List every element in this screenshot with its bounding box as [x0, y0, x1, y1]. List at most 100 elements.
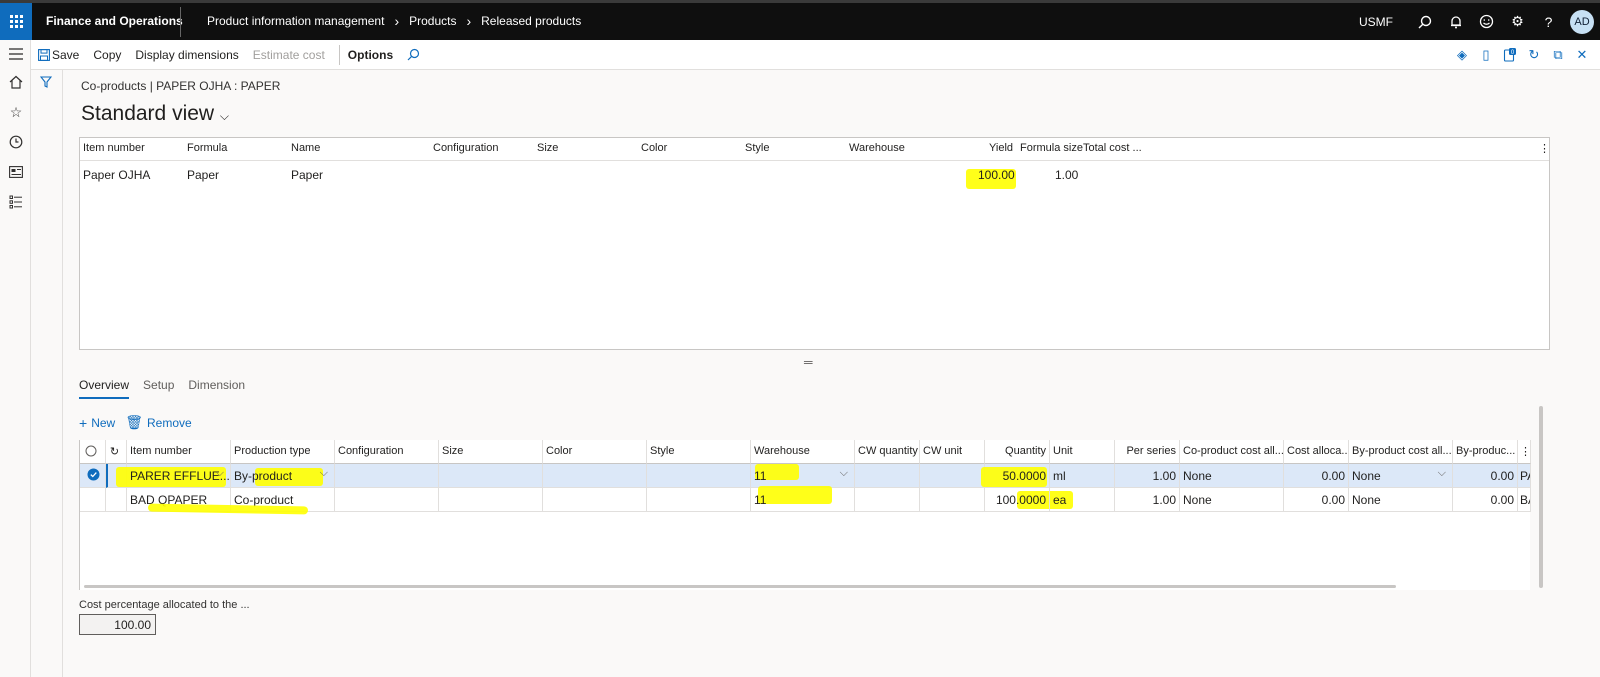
search-icon[interactable] [1409, 3, 1440, 40]
modules-list-icon[interactable] [6, 192, 26, 212]
cell-configuration[interactable] [335, 488, 439, 512]
cell-unit[interactable]: ea [1050, 488, 1115, 512]
open-new-window-icon[interactable]: ⧉ [1546, 45, 1570, 65]
column-header-color[interactable]: Color [641, 142, 667, 154]
row-checkbox[interactable] [80, 488, 106, 512]
column-header-yield[interactable]: Yield [989, 142, 1013, 154]
cell-cw-unit[interactable] [920, 464, 985, 488]
horizontal-scrollbar[interactable] [84, 585, 1396, 588]
column-header-cw-quantity[interactable]: CW quantity [855, 440, 920, 464]
column-header-quantity[interactable]: Quantity [985, 440, 1050, 464]
column-header-name[interactable]: Name [291, 142, 320, 154]
gear-icon[interactable]: ⚙ [1502, 3, 1533, 40]
cell-quantity[interactable]: 100.0000 [985, 488, 1050, 512]
copy-button[interactable]: Copy [93, 48, 121, 62]
estimate-cost-button[interactable]: Estimate cost [253, 48, 325, 62]
clock-icon[interactable] [6, 132, 26, 152]
attachments-icon[interactable]: 0 [1498, 45, 1522, 65]
cell-color[interactable] [543, 464, 647, 488]
breadcrumb-item-pim[interactable]: Product information management [207, 14, 384, 28]
cell-overflow[interactable]: PA [1518, 464, 1531, 488]
cell-byproduct[interactable]: 0.00 [1453, 488, 1518, 512]
cell-per-series[interactable]: 1.00 [1115, 464, 1180, 488]
column-header-color[interactable]: Color [543, 440, 647, 464]
cell-cw-quantity[interactable] [855, 464, 920, 488]
new-button[interactable]: + New [79, 414, 115, 431]
action-search-icon[interactable] [407, 48, 420, 61]
cell-style[interactable] [647, 464, 751, 488]
home-icon[interactable] [6, 72, 26, 92]
cell-yield[interactable]: 100.00 [978, 168, 1015, 182]
cell-cw-quantity[interactable] [855, 488, 920, 512]
bell-icon[interactable] [1440, 3, 1471, 40]
column-header-configuration[interactable]: Configuration [335, 440, 439, 464]
help-icon[interactable]: ? [1533, 3, 1564, 40]
column-header-item-number[interactable]: Item number [127, 440, 231, 464]
row-selected-checkbox[interactable] [80, 464, 106, 488]
column-header-warehouse[interactable]: Warehouse [751, 440, 855, 464]
column-header-size[interactable]: Size [537, 142, 558, 154]
cell-formula[interactable]: Paper [187, 168, 219, 182]
view-selector[interactable]: Standard view ⌵ [81, 102, 229, 126]
options-tab[interactable]: Options [348, 48, 393, 62]
cell-name[interactable]: Paper [291, 168, 323, 182]
cell-formula-size[interactable]: 1.00 [1055, 168, 1078, 182]
save-button[interactable]: Save [38, 48, 79, 62]
app-launcher-icon[interactable] [0, 3, 32, 40]
column-header-per-series[interactable]: Per series [1115, 440, 1180, 464]
cell-byproduct-cost-alloc[interactable]: None [1349, 464, 1453, 488]
cell-coproduct-cost-alloc[interactable]: None [1180, 488, 1284, 512]
column-header-size[interactable]: Size [439, 440, 543, 464]
cell-byproduct-cost-alloc[interactable]: None [1349, 488, 1453, 512]
cell-size[interactable] [439, 488, 543, 512]
company-picker[interactable]: USMF [1359, 15, 1393, 29]
column-header-total-cost[interactable]: Total cost ... [1083, 142, 1142, 154]
refresh-icon[interactable]: ↻ [1522, 45, 1546, 65]
column-header-warehouse[interactable]: Warehouse [849, 142, 905, 154]
column-header-configuration[interactable]: Configuration [433, 142, 498, 154]
vertical-scrollbar[interactable] [1539, 406, 1543, 588]
select-all-checkbox[interactable] [80, 440, 106, 464]
column-header-style[interactable]: Style [647, 440, 751, 464]
cell-item-number[interactable]: Paper OJHA [83, 168, 150, 182]
cell-cost-alloc[interactable]: 0.00 [1284, 488, 1349, 512]
filter-icon[interactable] [39, 76, 53, 91]
breadcrumb-item-products[interactable]: Products [409, 14, 456, 28]
column-header-cost-alloc[interactable]: Cost alloca... [1284, 440, 1349, 464]
column-header-item-number[interactable]: Item number [83, 142, 145, 154]
tab-overview[interactable]: Overview [79, 378, 130, 399]
column-header-coproduct-cost-alloc[interactable]: Co-product cost all... [1180, 440, 1284, 464]
pane-splitter-handle[interactable]: ═ [804, 355, 813, 369]
smiley-icon[interactable] [1471, 3, 1502, 40]
cell-warehouse[interactable]: 11 [751, 464, 855, 488]
breadcrumb-item-released-products[interactable]: Released products [481, 14, 581, 28]
column-header-unit[interactable]: Unit [1050, 440, 1115, 464]
close-icon[interactable]: ✕ [1570, 45, 1594, 65]
column-header-formula-size[interactable]: Formula size [1020, 142, 1083, 154]
cell-style[interactable] [647, 488, 751, 512]
display-dimensions-button[interactable]: Display dimensions [135, 48, 238, 62]
office-icon[interactable]: ▯ [1474, 45, 1498, 65]
workspace-icon[interactable] [6, 162, 26, 182]
refresh-grid-icon[interactable]: ↻ [106, 440, 127, 464]
cell-overflow[interactable]: BA [1518, 488, 1531, 512]
column-header-byproduct[interactable]: By-produc... [1453, 440, 1518, 464]
cell-production-type[interactable]: By-product [231, 464, 335, 488]
tab-setup[interactable]: Setup [143, 378, 174, 399]
table-row[interactable]: BAD QPAPER Co-product 11 100.0000 ea 1.0… [80, 486, 1531, 515]
cell-coproduct-cost-alloc[interactable]: None [1180, 464, 1284, 488]
more-options-icon[interactable]: ⋮ [1518, 440, 1531, 464]
column-header-style[interactable]: Style [745, 142, 769, 154]
cost-percentage-field[interactable]: 100.00 [79, 614, 156, 635]
table-row[interactable]: PARER EFFLUE... By-product 11 50.0000 ml… [80, 464, 1531, 488]
hamburger-menu-icon[interactable] [6, 44, 26, 64]
power-apps-icon[interactable]: ◈ [1450, 45, 1474, 65]
column-header-formula[interactable]: Formula [187, 142, 227, 154]
remove-button[interactable]: 🗑 Remove [125, 414, 191, 431]
column-header-byproduct-cost-alloc[interactable]: By-product cost all... [1349, 440, 1453, 464]
cell-per-series[interactable]: 1.00 [1115, 488, 1180, 512]
app-title[interactable]: Finance and Operations [46, 14, 183, 28]
more-options-icon[interactable]: ⋮ [1539, 142, 1550, 155]
cell-size[interactable] [439, 464, 543, 488]
avatar[interactable]: AD [1570, 9, 1594, 34]
